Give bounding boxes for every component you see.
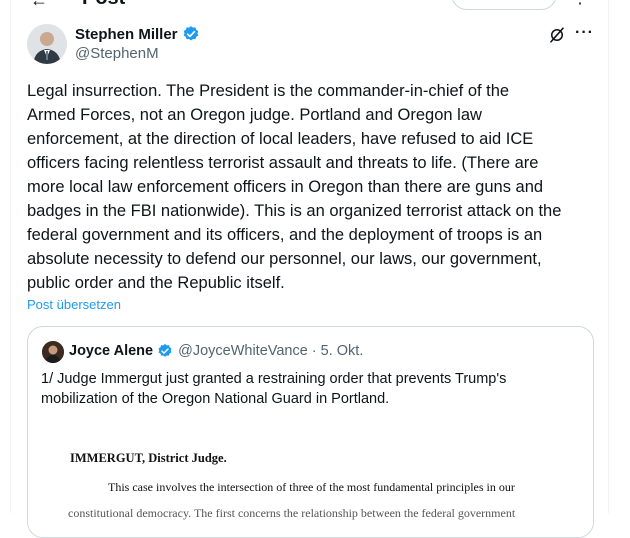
author-row: Stephen Miller [75, 25, 200, 43]
author-handle[interactable]: @StephenM [75, 45, 159, 62]
reply-button[interactable] [451, 0, 557, 10]
top-bar: ← Post ⋮ [0, 0, 630, 10]
quoted-avatar-image [42, 341, 64, 363]
quoted-text: 1/ Judge Immergut just granted a restrai… [41, 371, 507, 407]
document-line-2: constitutional democracy. The first conc… [68, 506, 516, 520]
more-dots-icon[interactable]: ··· [575, 24, 594, 42]
header-more-icon[interactable]: ⋮ [572, 0, 588, 8]
post-text: Legal insurrection. The President is the… [27, 82, 562, 292]
quoted-date[interactable]: 5. Okt. [321, 343, 364, 359]
quoted-author-name[interactable]: Joyce Alene [69, 343, 153, 359]
avatar[interactable] [27, 24, 67, 64]
quoted-header: Joyce Alene @JoyceWhiteVance · 5. Okt. [69, 343, 363, 359]
author-name[interactable]: Stephen Miller [75, 26, 178, 43]
quoted-post[interactable]: Joyce Alene @JoyceWhiteVance · 5. Okt. 1… [27, 326, 594, 538]
page-title: Post [82, 0, 125, 10]
quoted-author-handle[interactable]: @JoyceWhiteVance [178, 343, 308, 359]
document-judge-line: IMMERGUT, District Judge. [70, 451, 227, 465]
verified-badge-icon[interactable] [182, 25, 200, 43]
quoted-separator: · [311, 343, 317, 359]
grok-icon[interactable] [548, 26, 566, 44]
document-line-1: This case involves the intersection of t… [108, 480, 515, 494]
translate-post-link[interactable]: Post übersetzen [27, 297, 121, 312]
back-arrow-icon[interactable]: ← [30, 0, 48, 10]
quoted-document-image[interactable]: IMMERGUT, District Judge. This case invo… [28, 415, 593, 537]
column-border-right [608, 0, 609, 513]
quoted-avatar[interactable] [42, 341, 64, 363]
avatar-image [27, 24, 67, 64]
quoted-verified-badge-icon [157, 343, 173, 359]
column-border-left [10, 0, 11, 513]
